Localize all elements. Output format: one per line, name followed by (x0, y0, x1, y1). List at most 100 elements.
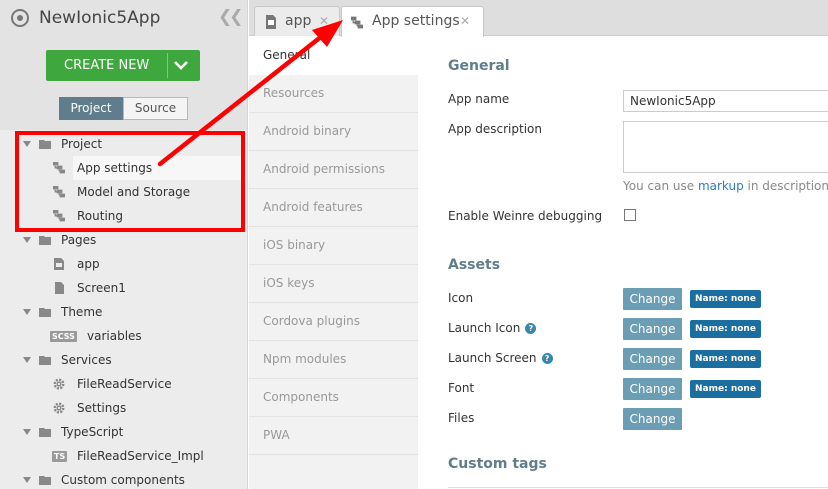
app-title: NewIonic5App (39, 8, 161, 28)
close-tab-app-settings-icon[interactable]: ✕ (460, 7, 470, 35)
gear-icon (53, 402, 65, 414)
annotation-highlight-box (15, 131, 245, 232)
tree-item[interactable]: Screen1 (0, 276, 247, 300)
gear-icon (53, 378, 65, 390)
asset-label-text: Icon (448, 291, 474, 305)
ts-file-icon: TS (52, 451, 68, 462)
tree-item-label: Settings (77, 401, 127, 415)
settings-file-icon (351, 16, 363, 29)
folder-icon (39, 428, 51, 437)
description-hint-after: in description. (743, 179, 828, 193)
create-new-separator (167, 53, 168, 78)
collapse-sidebar-icon[interactable]: ❮❮ (218, 7, 243, 27)
tree-item-label: app (77, 257, 100, 271)
general-settings-panel: General App name App description You can… (418, 37, 828, 489)
tree-item[interactable]: Theme (0, 300, 247, 324)
source-view-button[interactable]: Source (123, 97, 188, 120)
help-icon[interactable]: ? (525, 323, 537, 334)
project-sidebar: NewIonic5App ❮❮ CREATE NEW Project Sourc… (0, 0, 248, 489)
settings-nav-item[interactable]: General (249, 37, 418, 75)
tree-item-label: FileReadService (77, 377, 172, 391)
tree-item[interactable]: Settings (0, 396, 247, 420)
expand-arrow-icon[interactable] (23, 477, 31, 483)
asset-name-badge: Name: none (690, 380, 761, 398)
app-description-label: App description (448, 122, 542, 136)
asset-name-badge: Name: none (690, 320, 761, 338)
folder-icon (39, 236, 51, 245)
asset-label-text: Launch Icon (448, 321, 521, 335)
folder-icon (39, 308, 51, 317)
asset-label: Launch Screen? (448, 351, 553, 365)
asset-name-badge: Name: none (690, 290, 761, 308)
folder-icon (39, 476, 51, 485)
asset-name-badge: Name: none (690, 350, 761, 368)
markup-link[interactable]: markup (698, 179, 744, 193)
create-new-button[interactable]: CREATE NEW (46, 50, 200, 81)
asset-label: Icon (448, 291, 473, 305)
settings-nav-item[interactable]: Components (249, 379, 418, 417)
settings-nav-item[interactable]: Android permissions (249, 151, 418, 189)
assets-section-title: Assets (448, 257, 501, 273)
asset-label: Launch Icon? (448, 321, 537, 335)
page-file-icon (54, 258, 64, 270)
change-asset-button[interactable]: Change (623, 408, 682, 430)
close-tab-app-icon[interactable]: ✕ (319, 7, 329, 35)
settings-nav-item[interactable]: iOS keys (249, 265, 418, 303)
asset-label: Files (448, 411, 474, 425)
expand-arrow-icon[interactable] (23, 357, 31, 363)
tree-item-label: variables (87, 329, 142, 343)
editor-tab-bar: app ✕ App settings ✕ (249, 0, 828, 37)
tree-item-label: TypeScript (61, 425, 124, 439)
tree-item-label: Screen1 (77, 281, 126, 295)
chevron-down-icon[interactable] (173, 57, 189, 73)
section-divider (448, 487, 828, 488)
expand-arrow-icon[interactable] (23, 237, 31, 243)
tree-item[interactable]: Services (0, 348, 247, 372)
create-new-label: CREATE NEW (64, 58, 150, 73)
change-asset-button[interactable]: Change (623, 288, 682, 310)
tree-item[interactable]: FileReadService (0, 372, 247, 396)
app-name-input[interactable] (623, 90, 828, 112)
tree-item-label: Theme (61, 305, 103, 319)
general-section-title: General (448, 58, 510, 74)
tree-item[interactable]: app (0, 252, 247, 276)
description-hint: You can use markup in description. (623, 179, 828, 193)
file-icon (55, 282, 64, 294)
project-view-button[interactable]: Project (59, 97, 123, 120)
weinre-checkbox[interactable] (624, 209, 636, 221)
settings-nav-item[interactable]: Android features (249, 189, 418, 227)
sidebar-header: NewIonic5App ❮❮ CREATE NEW Project Sourc… (0, 0, 247, 130)
expand-arrow-icon[interactable] (23, 309, 31, 315)
settings-nav-item[interactable]: iOS binary (249, 227, 418, 265)
tree-item-label: Custom components (61, 473, 185, 487)
help-icon[interactable]: ? (541, 353, 553, 364)
tab-app[interactable]: app ✕ (254, 6, 340, 36)
settings-nav-item[interactable]: Cordova plugins (249, 303, 418, 341)
tree-item[interactable]: Custom components (0, 468, 247, 489)
app-name-label: App name (448, 92, 510, 106)
tree-item[interactable]: TypeScript (0, 420, 247, 444)
settings-nav-item[interactable]: Resources (249, 75, 418, 113)
settings-nav: General Resources Android binary Android pe… (249, 37, 418, 489)
tree-item-label: Services (61, 353, 112, 367)
asset-label-text: Files (448, 411, 475, 425)
change-asset-button[interactable]: Change (623, 318, 682, 340)
change-asset-button[interactable]: Change (623, 348, 682, 370)
asset-label-text: Launch Screen (448, 351, 537, 365)
tab-app-settings-label: App settings (372, 13, 460, 29)
tree-item-label: FileReadService_Impl (77, 449, 204, 463)
asset-label: Font (448, 381, 474, 395)
app-logo-icon (11, 9, 29, 27)
change-asset-button[interactable]: Change (623, 378, 682, 400)
tree-item[interactable]: SCSS variables (0, 324, 247, 348)
settings-nav-item[interactable]: Npm modules (249, 341, 418, 379)
settings-nav-item[interactable]: Android binary (249, 113, 418, 151)
folder-icon (39, 356, 51, 365)
tree-item[interactable]: TS FileReadService_Impl (0, 444, 247, 468)
settings-nav-item[interactable]: PWA (249, 417, 418, 455)
expand-arrow-icon[interactable] (23, 429, 31, 435)
tab-app-label: app (285, 13, 312, 29)
weinre-label: Enable Weinre debugging (448, 209, 603, 223)
tab-app-settings[interactable]: App settings ✕ (341, 6, 484, 37)
app-description-input[interactable] (623, 121, 828, 173)
